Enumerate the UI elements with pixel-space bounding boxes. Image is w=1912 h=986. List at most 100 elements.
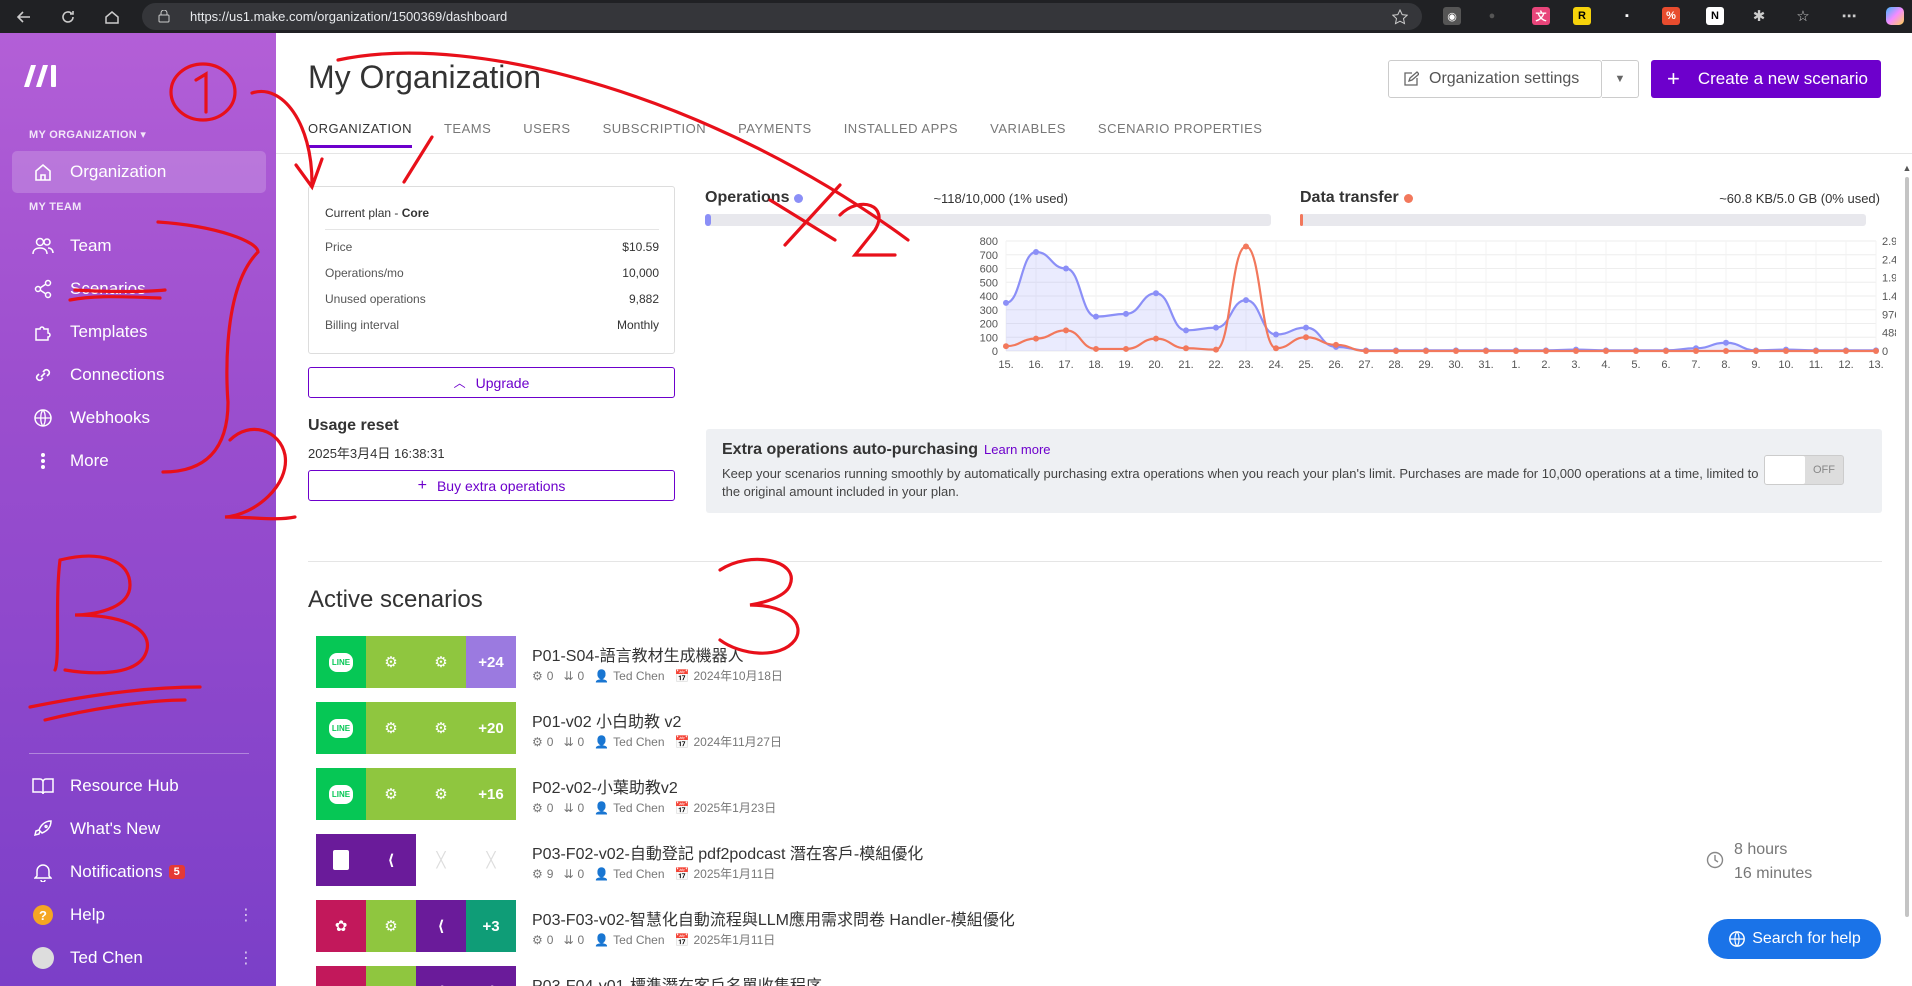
scenario-transfer: 0 — [577, 800, 585, 815]
search-help-button[interactable]: Search for help — [1708, 919, 1881, 959]
organization-settings-button[interactable]: Organization settings — [1388, 60, 1602, 98]
vertical-scrollbar[interactable]: ▲ — [1902, 163, 1912, 986]
data-transfer-point — [1213, 346, 1219, 353]
extension-owl-icon[interactable]: ◉ — [1443, 7, 1461, 25]
tab-variables[interactable]: VARIABLES — [990, 121, 1066, 148]
tab-users[interactable]: USERS — [523, 121, 570, 148]
bookmark-star-icon[interactable] — [1392, 9, 1408, 25]
sidebar-item-webhooks[interactable]: Webhooks — [12, 397, 266, 439]
scenario-row[interactable]: ⟨ ╳ ╳ P03-F02-v02-自動登記 pdf2podcast 潛在客戶-… — [316, 834, 1876, 886]
tab-installed-apps[interactable]: INSTALLED APPS — [844, 121, 958, 148]
scenario-name[interactable]: P01-S04-語言教材生成機器人 — [532, 642, 744, 666]
scenario-ops: 0 — [546, 932, 554, 947]
sidebar-item-connections[interactable]: Connections — [12, 354, 266, 396]
extension-square-icon[interactable]: ▪ — [1618, 7, 1636, 25]
favorites-icon[interactable]: ☆ — [1794, 7, 1812, 25]
scenario-row[interactable]: ✿ ⚙ ⟨ ⟨ P03-F04-v01-標準潛在客戶名單收集程序 — [316, 966, 1876, 986]
more-menu-icon[interactable]: ⋯ — [1840, 7, 1858, 25]
tools-gear-icon: ⚙ — [416, 768, 466, 820]
sidebar-item-team[interactable]: Team — [12, 225, 266, 267]
x-tick-label: 4. — [1601, 359, 1610, 371]
data-transfer-point — [1393, 348, 1399, 354]
tools-gear-icon: ⚙ — [416, 636, 466, 688]
organization-settings-dropdown[interactable]: ▼ — [1602, 60, 1639, 98]
sidebar-item-notifications[interactable]: Notifications 5 — [12, 851, 266, 893]
scenario-row[interactable]: ✿ ⚙ ⟨ +3 P03-F03-v02-智慧化自動流程與LLM應用需求問卷 H… — [316, 900, 1876, 952]
scenario-transfer: 0 — [577, 668, 585, 683]
tab-teams[interactable]: TEAMS — [444, 121, 491, 148]
scroll-thumb[interactable] — [1905, 177, 1909, 917]
sidebar-item-more[interactable]: More — [12, 440, 266, 482]
sidebar-item-help[interactable]: ? Help ⋮ — [12, 894, 266, 936]
reload-icon[interactable] — [52, 0, 84, 33]
sidebar-item-resource-hub[interactable]: Resource Hub — [12, 765, 266, 807]
tools-gear-icon: ⚙ — [366, 636, 416, 688]
operations-point — [1033, 249, 1039, 255]
extension-percent-icon[interactable]: % — [1662, 7, 1680, 25]
scenario-ops: 9 — [546, 866, 554, 881]
notification-badge: 5 — [168, 865, 185, 879]
user-options-icon[interactable]: ⋮ — [238, 948, 254, 968]
scenario-name[interactable]: P01-v02 小白助教 v2 — [532, 708, 681, 732]
extension-r-icon[interactable]: R — [1573, 7, 1591, 25]
tab-payments[interactable]: PAYMENTS — [738, 121, 812, 148]
extensions-puzzle-icon[interactable]: ✱ — [1750, 7, 1768, 25]
org-switcher[interactable]: MY ORGANIZATION ▾ — [29, 128, 146, 141]
caret-down-icon: ▼ — [1614, 73, 1626, 85]
sidebar-item-whats-new[interactable]: What's New — [12, 808, 266, 850]
extension-moon-icon[interactable]: ● — [1483, 7, 1501, 25]
webhooks-icon: ✿ — [316, 900, 366, 952]
sidebar-item-organization[interactable]: Organization — [12, 151, 266, 193]
scenario-name[interactable]: P03-F04-v01-標準潛在客戶名單收集程序 — [532, 972, 822, 986]
data-transfer-progress-fill — [1300, 214, 1303, 226]
x-tick-label: 15. — [998, 359, 1013, 371]
tab-scenario-properties[interactable]: SCENARIO PROPERTIES — [1098, 121, 1263, 148]
calendar-icon: 📅 — [674, 932, 690, 947]
scenario-row[interactable]: LINE ⚙ ⚙ +20 P01-v02 小白助教 v2 ⚙ 0 ⇊ 0 👤 Ted … — [316, 702, 1876, 754]
scenario-row[interactable]: LINE ⚙ ⚙ +16 P02-v02-小葉助教v2 ⚙ 0 ⇊ 0 👤 Ted C… — [316, 768, 1876, 820]
create-scenario-button[interactable]: + Create a new scenario — [1651, 60, 1881, 98]
x-tick-label: 20. — [1148, 359, 1163, 371]
sidebar-item-label: More — [70, 451, 109, 470]
scenario-name[interactable]: P03-F03-v02-智慧化自動流程與LLM應用需求問卷 Handler-模組… — [532, 906, 1015, 930]
home-nav-icon[interactable] — [96, 0, 128, 33]
data-transfer-point — [1273, 345, 1279, 352]
extra-operations-panel: Extra operations auto-purchasing Learn mo… — [706, 429, 1882, 513]
scenario-meta: ⚙ 0 ⇊ 0 👤 Ted Chen 📅 2025年1月23日 — [532, 799, 776, 816]
webhooks-icon: ✿ — [316, 966, 366, 986]
extension-notion-icon[interactable]: N — [1706, 7, 1724, 25]
link-icon — [28, 365, 58, 385]
scenario-row[interactable]: LINE ⚙ ⚙ +24 P01-S04-語言教材生成機器人 ⚙ 0 ⇊ 0 👤 Te… — [316, 636, 1876, 688]
calendar-icon: 📅 — [674, 734, 690, 749]
operations-icon: ⚙ — [532, 734, 543, 749]
auto-purchase-toggle[interactable]: OFF — [1764, 455, 1844, 485]
more-vertical-icon — [28, 452, 58, 470]
back-icon[interactable] — [8, 0, 40, 33]
help-options-icon[interactable]: ⋮ — [238, 905, 254, 925]
active-scenarios-title: Active scenarios — [308, 586, 483, 613]
x-tick-label: 25. — [1298, 359, 1313, 371]
sidebar-item-templates[interactable]: Templates — [12, 311, 266, 353]
copilot-icon[interactable] — [1886, 7, 1904, 25]
extension-translate-icon[interactable]: 文 — [1532, 7, 1550, 25]
scroll-up-arrow[interactable]: ▲ — [1902, 163, 1912, 173]
make-logo[interactable] — [22, 63, 60, 94]
y-tick-label-left: 800 — [980, 236, 998, 248]
sidebar-item-user[interactable]: Ted Chen ⋮ — [12, 937, 266, 979]
url-text[interactable]: https://us1.make.com/organization/150036… — [190, 9, 507, 24]
scenario-name[interactable]: P02-v02-小葉助教v2 — [532, 774, 678, 798]
scenario-name[interactable]: P03-F02-v02-自動登記 pdf2podcast 潛在客戶-模組優化 — [532, 840, 923, 864]
learn-more-link[interactable]: Learn more — [984, 442, 1050, 457]
operations-icon: ⚙ — [532, 866, 543, 881]
tab-subscription[interactable]: SUBSCRIPTION — [603, 121, 707, 148]
scenario-meta: ⚙ 0 ⇊ 0 👤 Ted Chen 📅 2025年1月11日 — [532, 931, 775, 948]
data-transfer-point — [1513, 348, 1519, 354]
scenario-date: 2024年10月18日 — [693, 669, 783, 683]
address-bar[interactable]: https://us1.make.com/organization/150036… — [142, 3, 1422, 30]
sidebar-item-scenarios[interactable]: Scenarios — [12, 268, 266, 310]
data-transfer-point — [1543, 348, 1549, 354]
buy-extra-operations-button[interactable]: + Buy extra operations — [308, 470, 675, 501]
tab-organization[interactable]: ORGANIZATION — [308, 121, 412, 148]
site-info-icon[interactable] — [158, 10, 170, 23]
data-transfer-point — [1813, 348, 1819, 354]
